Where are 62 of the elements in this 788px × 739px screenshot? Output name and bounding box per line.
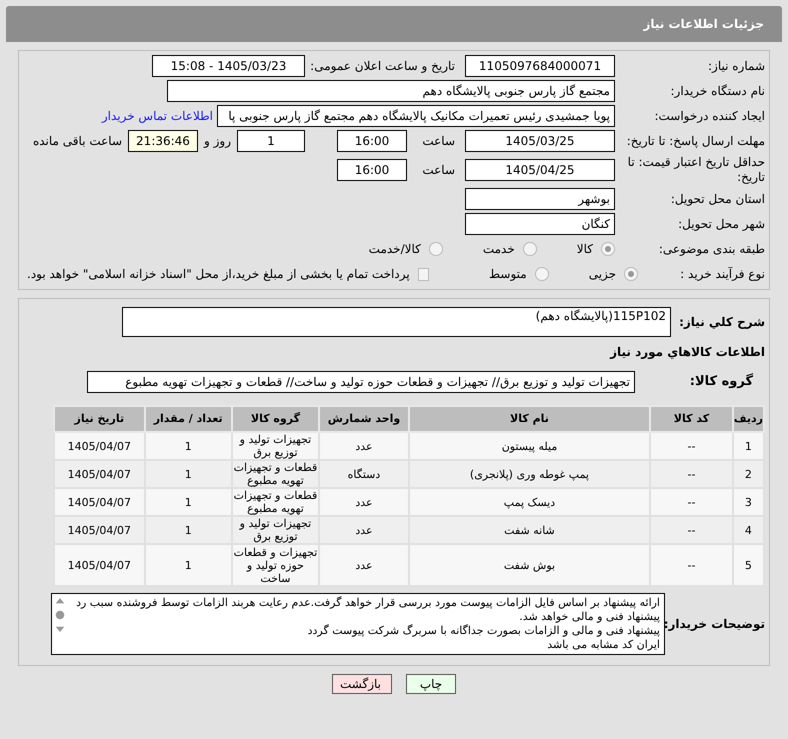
field-label: نوع فرآیند خرید : [679, 266, 765, 283]
contact-link[interactable]: اطلاعات تماس خریدار [102, 107, 213, 125]
announce-date-field: 1405/03/23 - 15:08 [152, 55, 305, 77]
field-label: شرح كلي نياز: [678, 314, 765, 331]
remaining-time-field: 21:36:46 [128, 130, 198, 152]
validity-date-field: 1405/04/25 [465, 159, 615, 181]
field-label: ساعت باقی مانده [32, 133, 122, 150]
field-label: توضیحات خریدار: [665, 616, 765, 633]
table-cell: -- [650, 544, 733, 586]
goods-group-field: تجهیزات تولید و توزیع برق// تجهیزات و قطعات حوزه تولید و ساخت// قطعات و تجهیزات تهویه مطبوع [87, 371, 635, 393]
field-label: متوسط [489, 266, 527, 283]
need-number-field: 1105097684000071 [465, 55, 615, 77]
page-title: جزئیات اطلاعات نیاز [643, 16, 764, 33]
table-cell: 1 [144, 544, 232, 586]
deadline-date-field: 1405/03/25 [465, 130, 615, 152]
requester-field: پویا جمشیدی رئیس تعمیرات مکانیک پالایشگاه دهم مجتمع گاز پارس جنوبی پا [217, 105, 615, 127]
section-title: اطلاعات كالاهاي مورد نياز [608, 344, 765, 361]
radio-button[interactable] [428, 242, 443, 256]
table-cell: عدد [319, 544, 409, 586]
field-label: گروه کالا: [688, 372, 754, 392]
city-field: کنگان [465, 213, 615, 235]
note-text: ارائه پیشنهاد بر اساس فایل الزامات پیوست مورد بررسی قرار خواهد گرفت.عدم رعایت هربند الزامات توسط فروشنده سبب رد پیشنهاد فنی و مالی خواهد شد. [75, 596, 660, 624]
radio-button[interactable] [522, 242, 537, 256]
deadline-time-field: 16:00 [337, 130, 407, 152]
validity-time-field: 16:00 [337, 159, 407, 181]
field-label: کالا [576, 241, 593, 258]
field-label: شهر محل تحویل: [677, 216, 765, 233]
scrollbar-icon [55, 598, 65, 632]
back-button[interactable]: بازگشت [332, 674, 392, 694]
buyer-org-field: مجتمع گاز پارس جنوبی پالایشگاه دهم [167, 80, 615, 102]
radio-button[interactable] [624, 267, 638, 281]
table-cell: 5 [732, 544, 764, 586]
field-label: روز و [204, 133, 231, 150]
column-header: نام کالا [408, 406, 650, 432]
field-label: استان محل تحویل: [670, 191, 765, 208]
description-field[interactable]: 115P102(پالایشگاه دهم) [122, 307, 671, 337]
field-label: طبقه بندی موضوعی: [658, 241, 765, 258]
days-field: 1 [237, 130, 305, 152]
radio-button[interactable] [534, 267, 549, 281]
table-cell: بوش شفت [408, 544, 650, 586]
province-field: بوشهر [465, 188, 615, 210]
table-cell: 1405/04/07 [54, 544, 145, 586]
radio-button[interactable] [601, 242, 615, 256]
table-cell: تجهیزات و قطعات حوزه تولید و ساخت [232, 544, 320, 586]
column-header: ردیف [732, 406, 764, 432]
note-text: ایران کد مشابه می باشد [546, 638, 660, 652]
field-label: تاریخ و ساعت اعلان عمومی: [309, 58, 455, 75]
field-label: ساعت [421, 133, 455, 150]
print-button[interactable]: چاپ [406, 674, 456, 694]
field-label: نام دستگاه خریدار: [670, 83, 765, 100]
field-label: حداقل تاریخ اعتبار قیمت: تا تاریخ: [626, 155, 765, 185]
field-label: ساعت [421, 162, 455, 179]
field-label: جزیی [588, 266, 616, 283]
field-label: مهلت ارسال پاسخ: تا تاریخ: [626, 134, 765, 148]
field-label: شماره نیاز: [707, 58, 765, 75]
field-label: خدمت [482, 241, 515, 258]
field-label: کالا/خدمت [368, 241, 421, 258]
buyer-notes-field[interactable] [51, 593, 665, 655]
field-label: پرداخت تمام یا بخشی از مبلغ خرید،از محل "اسناد خزانه اسلامی" خواهد بود. [27, 266, 410, 283]
field-label: ایجاد کننده درخواست: [653, 108, 765, 125]
note-text: پیشنهاد فنی و مالی و الزامات بصورت جداگانه با سربرگ شرکت پیوست گردد [306, 624, 660, 638]
checkbox[interactable] [418, 268, 430, 280]
